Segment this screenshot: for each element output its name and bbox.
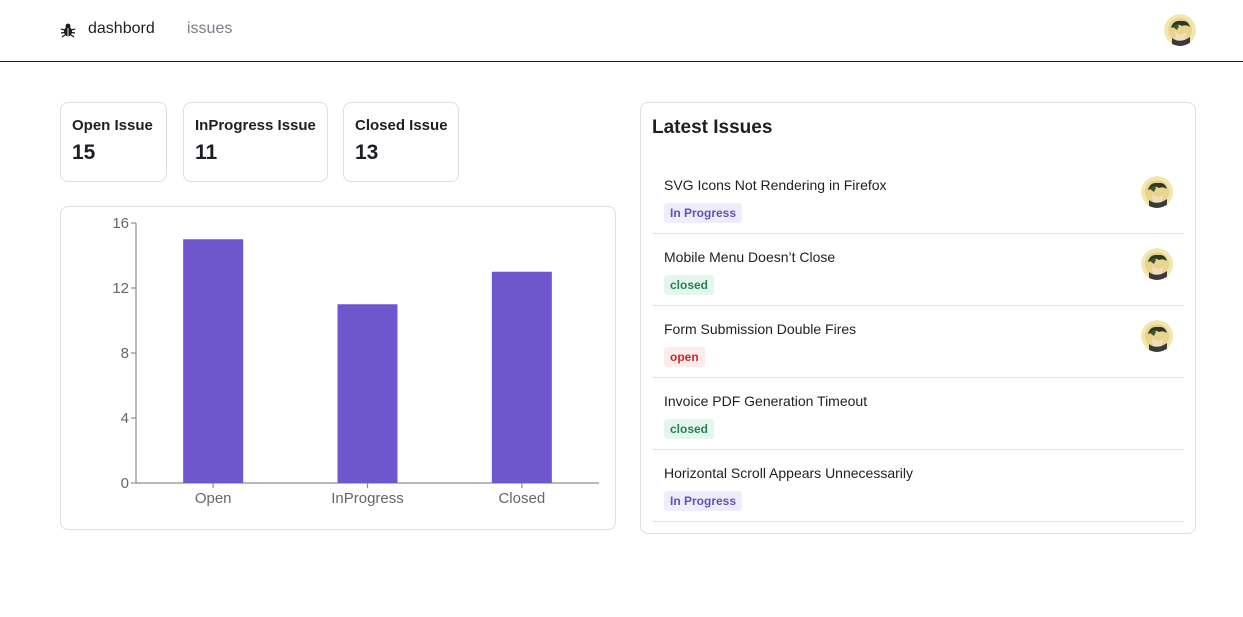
assignee-avatar (1141, 176, 1173, 208)
issue-row: SVG Icons Not Rendering in Firefox In Pro… (652, 162, 1184, 234)
y-tick-label: 12 (112, 280, 129, 297)
issue-title-link[interactable]: Invoice PDF Generation Timeout (664, 393, 867, 409)
stat-card-in-progress[interactable]: InProgress Issue 11 (183, 102, 328, 182)
issue-row: Invoice PDF Generation Timeout closed (652, 378, 1184, 450)
stat-label: InProgress Issue (195, 117, 316, 134)
issue-title-link[interactable]: Mobile Menu Doesn’t Close (664, 249, 835, 265)
issue-bar-chart: 0 4 8 12 16 Open InProgress Closed (112, 215, 599, 507)
issue-title-link[interactable]: Form Submission Double Fires (664, 321, 856, 337)
navbar: dashbord issues (0, 0, 1243, 62)
issue-row: Form Submission Double Fires open (652, 306, 1184, 378)
bar-open (183, 239, 244, 483)
stat-value: 15 (72, 141, 96, 164)
assignee-avatar (1141, 320, 1173, 352)
latest-issues-card: Latest Issues SVG Icons Not Rendering in… (640, 102, 1196, 534)
y-tick-label: 8 (121, 345, 129, 362)
y-tick-label: 0 (121, 475, 129, 492)
stat-value: 13 (355, 141, 379, 164)
issue-list: SVG Icons Not Rendering in Firefox In Pro… (652, 162, 1184, 522)
status-badge: In Progress (664, 203, 743, 223)
stat-label: Open Issue (72, 117, 153, 134)
stat-card-closed[interactable]: Closed Issue 13 (343, 102, 459, 182)
y-tick-label: 4 (121, 410, 129, 427)
nav-link-issues[interactable]: issues (187, 20, 232, 38)
bar-inprogress (337, 304, 398, 483)
bar-closed (491, 271, 552, 483)
status-badge: closed (664, 275, 715, 295)
status-badge: closed (664, 419, 715, 439)
stat-card-open[interactable]: Open Issue 15 (60, 102, 167, 182)
status-badge: open (664, 347, 705, 367)
x-tick-label: InProgress (331, 490, 404, 507)
latest-issues-title: Latest Issues (652, 117, 773, 138)
stat-label: Closed Issue (355, 117, 448, 134)
x-tick-label: Closed (498, 490, 545, 507)
issue-title-link[interactable]: Horizontal Scroll Appears Unnecessarily (664, 465, 913, 481)
assignee-avatar (1141, 248, 1173, 280)
bug-icon[interactable] (60, 22, 76, 38)
issue-row: Horizontal Scroll Appears Unnecessarily I… (652, 450, 1184, 522)
issue-chart-card: 0 4 8 12 16 Open InProgress Closed (60, 206, 616, 530)
user-avatar[interactable] (1164, 14, 1196, 46)
stat-value: 11 (195, 141, 218, 164)
issue-row: Mobile Menu Doesn’t Close closed (652, 234, 1184, 306)
y-tick-label: 16 (112, 215, 129, 232)
nav-link-dashboard[interactable]: dashbord (88, 20, 155, 38)
x-tick-label: Open (195, 490, 232, 507)
issue-title-link[interactable]: SVG Icons Not Rendering in Firefox (664, 177, 887, 193)
status-badge: In Progress (664, 491, 743, 511)
